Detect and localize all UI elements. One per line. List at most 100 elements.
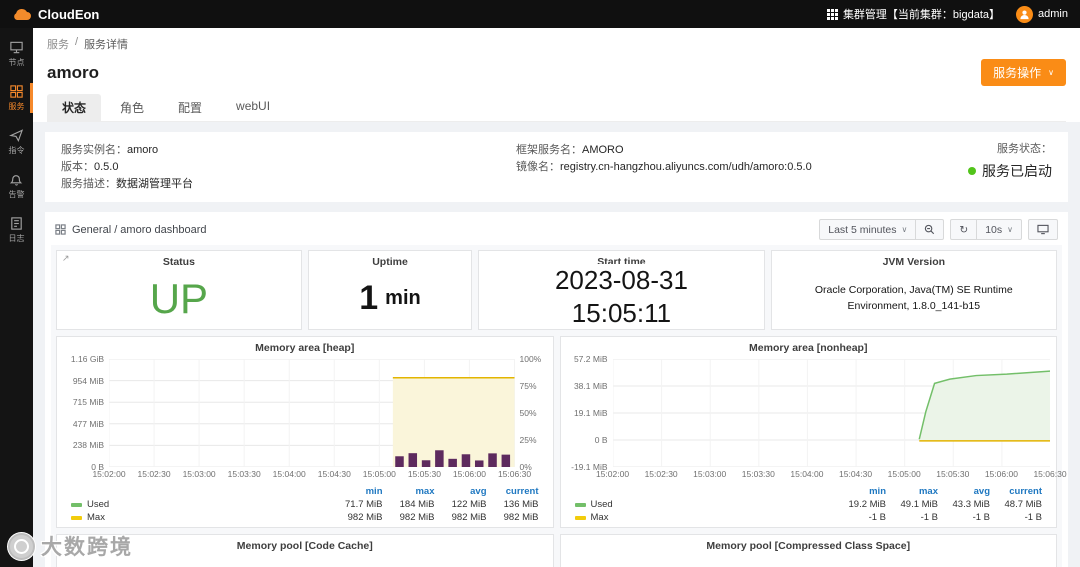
refresh-interval-label: 10s xyxy=(985,223,1003,236)
y-axis-labels: 1.16 GiB 954 MiB 715 MiB 477 MiB 238 MiB 0 B xyxy=(63,354,109,472)
tab-roles[interactable]: 角色 xyxy=(105,94,159,121)
info-column-status: 服务状态： 服务已启动 xyxy=(942,141,1052,193)
panel-title: Uptime xyxy=(372,256,408,268)
refresh-interval-picker[interactable]: 10s ∨ xyxy=(976,220,1021,239)
sidebar-item-label: 服务 xyxy=(8,102,25,111)
x-axis-tick: 15:02:30 xyxy=(644,469,678,479)
dashboard-body: ↗ Status UP Uptime 1 min Start time 2023… xyxy=(51,245,1067,567)
time-range-picker[interactable]: Last 5 minutes ∨ xyxy=(820,220,915,239)
sidebar-item-commands[interactable]: 指令 xyxy=(0,120,33,164)
service-info-card: 服务实例名：amoro 版本：0.5.0 服务描述：数据湖管理平台 框架服务名：… xyxy=(45,132,1068,202)
chart-canvas[interactable] xyxy=(109,359,515,467)
username: admin xyxy=(1038,8,1068,20)
refresh-button[interactable]: ↻ xyxy=(951,220,976,239)
panel-title: Status xyxy=(162,256,195,268)
sidebar-item-label: 节点 xyxy=(8,58,25,67)
info-column-2: 框架服务名：AMORO 镜像名：registry.cn-hangzhou.ali… xyxy=(516,141,942,193)
page-header: 服务 / 服务详情 amoro 服务操作 ∨ 状态 角色 配置 webUI xyxy=(33,28,1080,122)
chart-canvas[interactable] xyxy=(613,359,1051,467)
legend-header: min max avg current xyxy=(869,486,1042,497)
status-text: 服务已启动 xyxy=(982,163,1052,179)
legend-row[interactable]: Max -1 B -1 B -1 B -1 B xyxy=(574,511,1042,524)
sidebar-item-nodes[interactable]: 节点 xyxy=(0,32,33,76)
status-stat-value: UP xyxy=(149,274,209,322)
breadcrumb-separator: / xyxy=(75,36,79,48)
tab-status[interactable]: 状态 xyxy=(47,94,102,121)
cluster-manage-button[interactable]: 集群管理【当前集群：bigdata】 xyxy=(826,6,1000,22)
x-axis-tick: 15:03:30 xyxy=(741,469,775,479)
status-badge: 服务已启动 xyxy=(942,161,1052,181)
chevron-down-icon: ∨ xyxy=(1007,225,1013,234)
bottom-panels-row: Memory pool [Code Cache] Memory pool [Co… xyxy=(56,534,1057,567)
monitor-icon xyxy=(1037,224,1049,235)
file-log-icon xyxy=(9,216,24,231)
panel-memory-heap: Memory area [heap] 1.16 GiB 954 MiB 715 Mi… xyxy=(56,336,554,528)
panel-title: JVM Version xyxy=(882,256,946,268)
chart-plot-area[interactable] xyxy=(613,359,1051,467)
y-axis-labels: 57.2 MiB 38.1 MiB 19.1 MiB 0 B -19.1 MiB xyxy=(567,354,613,472)
tab-webui[interactable]: webUI xyxy=(221,94,285,121)
y-axis-tick: 0 B xyxy=(594,435,608,445)
breadcrumb-root[interactable]: 服务 xyxy=(47,36,69,52)
x-axis-tick: 15:06:30 xyxy=(497,469,532,479)
external-link-icon[interactable]: ↗ xyxy=(62,253,70,264)
x-axis-tick: 15:06:00 xyxy=(452,469,486,479)
appstore-icon xyxy=(9,84,24,99)
x-axis-tick: 15:03:30 xyxy=(227,469,261,479)
brand[interactable]: CloudEon xyxy=(12,7,99,22)
user-menu[interactable]: admin xyxy=(1016,5,1068,23)
uptime-value: 1 xyxy=(359,279,379,317)
tab-config[interactable]: 配置 xyxy=(163,94,217,121)
breadcrumb-current: 服务详情 xyxy=(84,39,129,51)
y-axis-tick-right: 100% xyxy=(519,354,542,364)
sidebar-item-label: 日志 xyxy=(8,234,25,243)
grafana-dashboard: General / amoro dashboard Last 5 minutes… xyxy=(45,212,1068,567)
x-axis-tick: 15:03:00 xyxy=(693,469,727,479)
y-axis-labels-right: 100% 75% 50% 25% 0% xyxy=(515,354,547,472)
status-dot-icon xyxy=(968,167,976,175)
sidebar-item-label: 指令 xyxy=(8,146,25,155)
panel-memory-pool-compressed-class-space: Memory pool [Compressed Class Space] xyxy=(559,534,1057,567)
field-label: 框架服务名： xyxy=(516,144,582,156)
y-axis-tick: 57.2 MiB xyxy=(573,354,608,364)
x-axis-tick: 15:02:30 xyxy=(137,469,171,479)
dashboard-breadcrumb[interactable]: General / amoro dashboard xyxy=(55,224,207,236)
x-axis-tick: 15:05:30 xyxy=(407,469,441,479)
service-actions-button[interactable]: 服务操作 ∨ xyxy=(981,59,1066,86)
send-icon xyxy=(9,128,24,143)
avatar xyxy=(1016,5,1034,23)
status-label: 服务状态： xyxy=(997,143,1052,155)
chart-plot-area[interactable] xyxy=(109,359,515,467)
field-label: 版本： xyxy=(61,161,94,173)
x-axis-tick: 15:05:00 xyxy=(362,469,396,479)
x-axis-tick: 15:03:00 xyxy=(182,469,216,479)
page-title: amoro xyxy=(47,62,99,82)
sidebar-item-logs[interactable]: 日志 xyxy=(0,208,33,252)
x-axis-tick: 15:02:00 xyxy=(595,469,630,479)
x-axis-tick: 15:04:00 xyxy=(790,469,824,479)
sidebar-item-services[interactable]: 服务 xyxy=(0,76,33,120)
chevron-down-icon: ∨ xyxy=(901,225,908,234)
kiosk-mode-button[interactable] xyxy=(1029,220,1057,239)
panel-title: Memory pool [Code Cache] xyxy=(236,540,373,552)
dashboard-title: General / amoro dashboard xyxy=(72,223,207,236)
bell-icon xyxy=(9,172,24,187)
field-label: 服务实例名： xyxy=(61,144,127,156)
legend-row[interactable]: Max 982 MiB 982 MiB 982 MiB 982 MiB xyxy=(71,511,539,524)
zoom-out-button[interactable] xyxy=(915,220,943,239)
brand-name: CloudEon xyxy=(38,6,100,22)
dashboard-toolbar: Last 5 minutes ∨ ↻ 10s ∨ xyxy=(819,219,1058,240)
legend-row[interactable]: Used 19.2 MiB 49.1 MiB 43.3 MiB 48.7 MiB xyxy=(574,498,1042,511)
y-axis-tick: 238 MiB xyxy=(72,440,104,451)
chevron-down-icon: ∨ xyxy=(1048,68,1054,77)
dashboard-grid-icon xyxy=(55,224,66,235)
topbar-right: 集群管理【当前集群：bigdata】 admin xyxy=(826,5,1068,23)
panel-start-time: Start time 2023-08-31 15:05:11 xyxy=(478,250,765,330)
apps-grid-icon xyxy=(826,8,838,20)
x-axis-tick: 15:06:30 xyxy=(1033,469,1067,479)
sidebar-item-alerts[interactable]: 告警 xyxy=(0,164,33,208)
legend-row[interactable]: Used 71.7 MiB 184 MiB 122 MiB 136 MiB xyxy=(71,498,539,511)
tabs: 状态 角色 配置 webUI xyxy=(47,94,1066,122)
chart-legend: min max avg current Used 71.7 MiB 184 MiB 122 M… xyxy=(57,482,553,524)
jvm-version-value: Oracle Corporation, Java(TM) SE Runtime … xyxy=(814,283,1013,312)
